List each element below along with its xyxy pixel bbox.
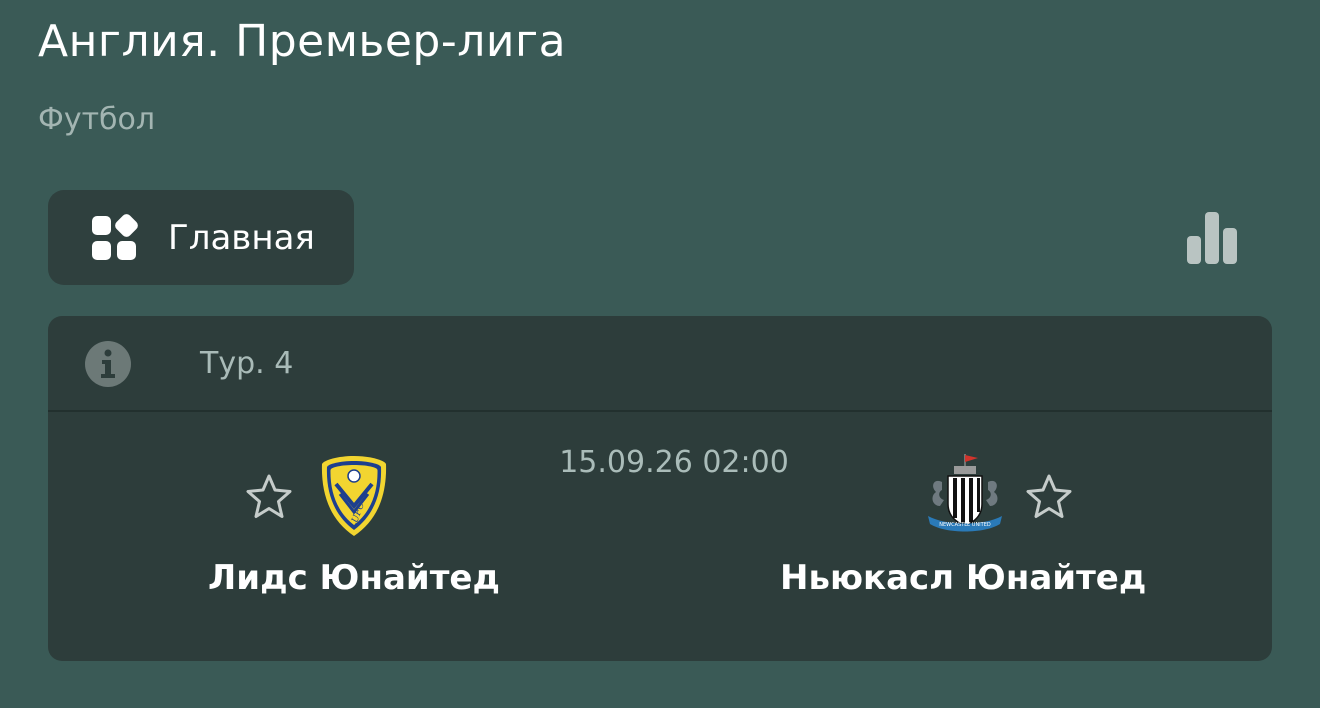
match-card[interactable]: Тур. 4 15.09.26 02:00 LUFC NEWCASTLE UNI… (48, 316, 1272, 661)
home-team-favorite-star-icon[interactable] (244, 472, 294, 522)
info-icon[interactable] (84, 340, 132, 388)
home-label: Главная (168, 217, 315, 258)
home-team-name[interactable]: Лидс Юнайтед (204, 556, 504, 600)
match-card-header: Тур. 4 (48, 316, 1272, 412)
home-button[interactable]: Главная (48, 190, 354, 285)
away-team-favorite-star-icon[interactable] (1024, 472, 1074, 522)
grid-icon (92, 213, 138, 260)
stats-button[interactable] (1182, 208, 1242, 268)
newcastle-crest-lettering: NEWCASTLE UNITED (939, 522, 991, 528)
match-datetime: 15.09.26 02:00 (559, 445, 789, 480)
league-title: Англия. Премьер-лига (38, 16, 567, 67)
away-team-name[interactable]: Ньюкасл Юнайтед (780, 556, 1146, 600)
sport-label: Футбол (38, 102, 156, 137)
newcastle-united-crest-icon: NEWCASTLE UNITED (928, 454, 1002, 532)
round-label: Тур. 4 (200, 346, 294, 381)
leeds-united-crest-icon: LUFC (321, 456, 387, 536)
bar-chart-icon (1187, 212, 1237, 264)
